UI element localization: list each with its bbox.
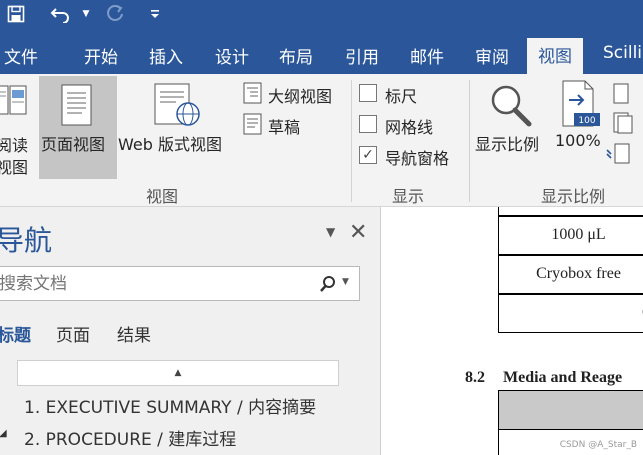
- read-mode-label-line2: 视图: [0, 158, 29, 177]
- tab-home[interactable]: 开始: [84, 43, 118, 68]
- nav-pane-checkbox[interactable]: ✓: [359, 146, 377, 164]
- multiple-pages-icon[interactable]: [611, 112, 633, 134]
- table-cell: 1000 μL: [498, 216, 643, 255]
- section-number: 8.2: [465, 369, 485, 386]
- tab-design[interactable]: 设计: [215, 43, 249, 68]
- expand-triangle-icon[interactable]: ◢: [0, 428, 7, 439]
- tab-results[interactable]: 结果: [117, 321, 151, 346]
- ribbon-tabs: 文件 开始 插入 设计 布局 引用 邮件 审阅 视图 Scilli: [0, 28, 643, 74]
- heading-item-2[interactable]: 2. PROCEDURE / 建库过程: [24, 425, 236, 450]
- web-layout-icon[interactable]: [152, 82, 202, 128]
- nav-search-input[interactable]: [0, 274, 299, 294]
- ribbon: 阅读 视图 页面视图 Web 版式视图 大纲视图 草稿 视图 标尺 网格线 ✓ …: [0, 74, 643, 207]
- zoom-100-badge: 100: [578, 116, 595, 126]
- outline-button[interactable]: 大纲视图: [268, 83, 332, 107]
- tab-pages[interactable]: 页面: [56, 321, 90, 346]
- ruler-checkbox[interactable]: [359, 84, 377, 102]
- collapse-up-icon: ▲: [174, 368, 182, 378]
- read-mode-icon: [0, 84, 32, 118]
- zoom-100-icon[interactable]: 100: [561, 80, 601, 128]
- pane-options-icon[interactable]: ▼: [326, 225, 335, 239]
- web-layout-label[interactable]: Web 版式视图: [118, 131, 222, 155]
- outline-icon: [243, 82, 263, 104]
- read-mode-label-line1: 阅读: [0, 136, 29, 155]
- tab-review[interactable]: 审阅: [475, 43, 509, 68]
- collapse-up-button[interactable]: ▲: [17, 360, 339, 386]
- one-page-icon[interactable]: [611, 83, 633, 105]
- title-bar: ▼: [0, 0, 643, 28]
- nav-search-box[interactable]: ▼: [0, 266, 360, 301]
- table-cell: [498, 207, 643, 216]
- zoom-100-button[interactable]: 100%: [555, 131, 601, 150]
- navigation-pane: 导航 ▼ ✕ ▼ 标题 页面 结果 ▲ 1. EXECUTIVE SUMMARY…: [0, 207, 381, 455]
- nav-pane-title: 导航: [0, 224, 53, 257]
- views-group-label: 视图: [146, 187, 179, 206]
- tab-insert[interactable]: 插入: [149, 43, 183, 68]
- redo-icon[interactable]: [102, 2, 128, 26]
- customize-qat-icon[interactable]: [148, 2, 162, 26]
- heading-item-1[interactable]: 1. EXECUTIVE SUMMARY / 内容摘要: [24, 393, 316, 418]
- document-area: 1000 μL Cryobox free Cr 8.2 Media and Re…: [382, 207, 643, 455]
- group-divider: [351, 80, 352, 202]
- nav-pane-label: 导航窗格: [385, 149, 450, 168]
- group-divider: [469, 80, 470, 202]
- ruler-label: 标尺: [385, 87, 418, 106]
- undo-dropdown-icon[interactable]: ▼: [80, 2, 92, 26]
- tab-mailings[interactable]: 邮件: [410, 43, 444, 68]
- tab-scilligence[interactable]: Scilli: [603, 43, 642, 63]
- page-width-icon[interactable]: [606, 143, 636, 165]
- watermark: CSDN @A_Star_B: [559, 440, 637, 450]
- draft-icon: [243, 113, 263, 135]
- gridlines-checkbox[interactable]: [359, 115, 377, 133]
- draft-button[interactable]: 草稿: [268, 114, 300, 138]
- zoom-magnifier-icon[interactable]: [488, 82, 534, 128]
- zoom-group-label: 显示比例: [541, 187, 606, 206]
- gridlines-label: 网格线: [385, 118, 434, 137]
- close-icon[interactable]: ✕: [349, 220, 367, 245]
- tab-headings[interactable]: 标题: [0, 321, 31, 346]
- tab-view[interactable]: 视图: [527, 38, 583, 74]
- show-group-label: 显示: [392, 187, 425, 206]
- search-options-icon[interactable]: ▼: [342, 277, 349, 287]
- section-title: Media and Reage: [503, 369, 623, 386]
- tab-layout[interactable]: 布局: [279, 43, 313, 68]
- print-layout-icon: [60, 84, 94, 126]
- tab-file[interactable]: 文件: [4, 43, 38, 68]
- undo-icon[interactable]: [48, 2, 74, 26]
- tab-references[interactable]: 引用: [345, 43, 379, 68]
- save-icon[interactable]: [4, 2, 28, 26]
- table-header-cell: [498, 390, 643, 430]
- table-cell: Cryobox free: [498, 255, 643, 294]
- table-cell: Cr: [498, 294, 643, 333]
- zoom-button[interactable]: 显示比例: [475, 131, 539, 155]
- search-icon[interactable]: [319, 274, 337, 294]
- print-layout-label: 页面视图: [41, 135, 106, 154]
